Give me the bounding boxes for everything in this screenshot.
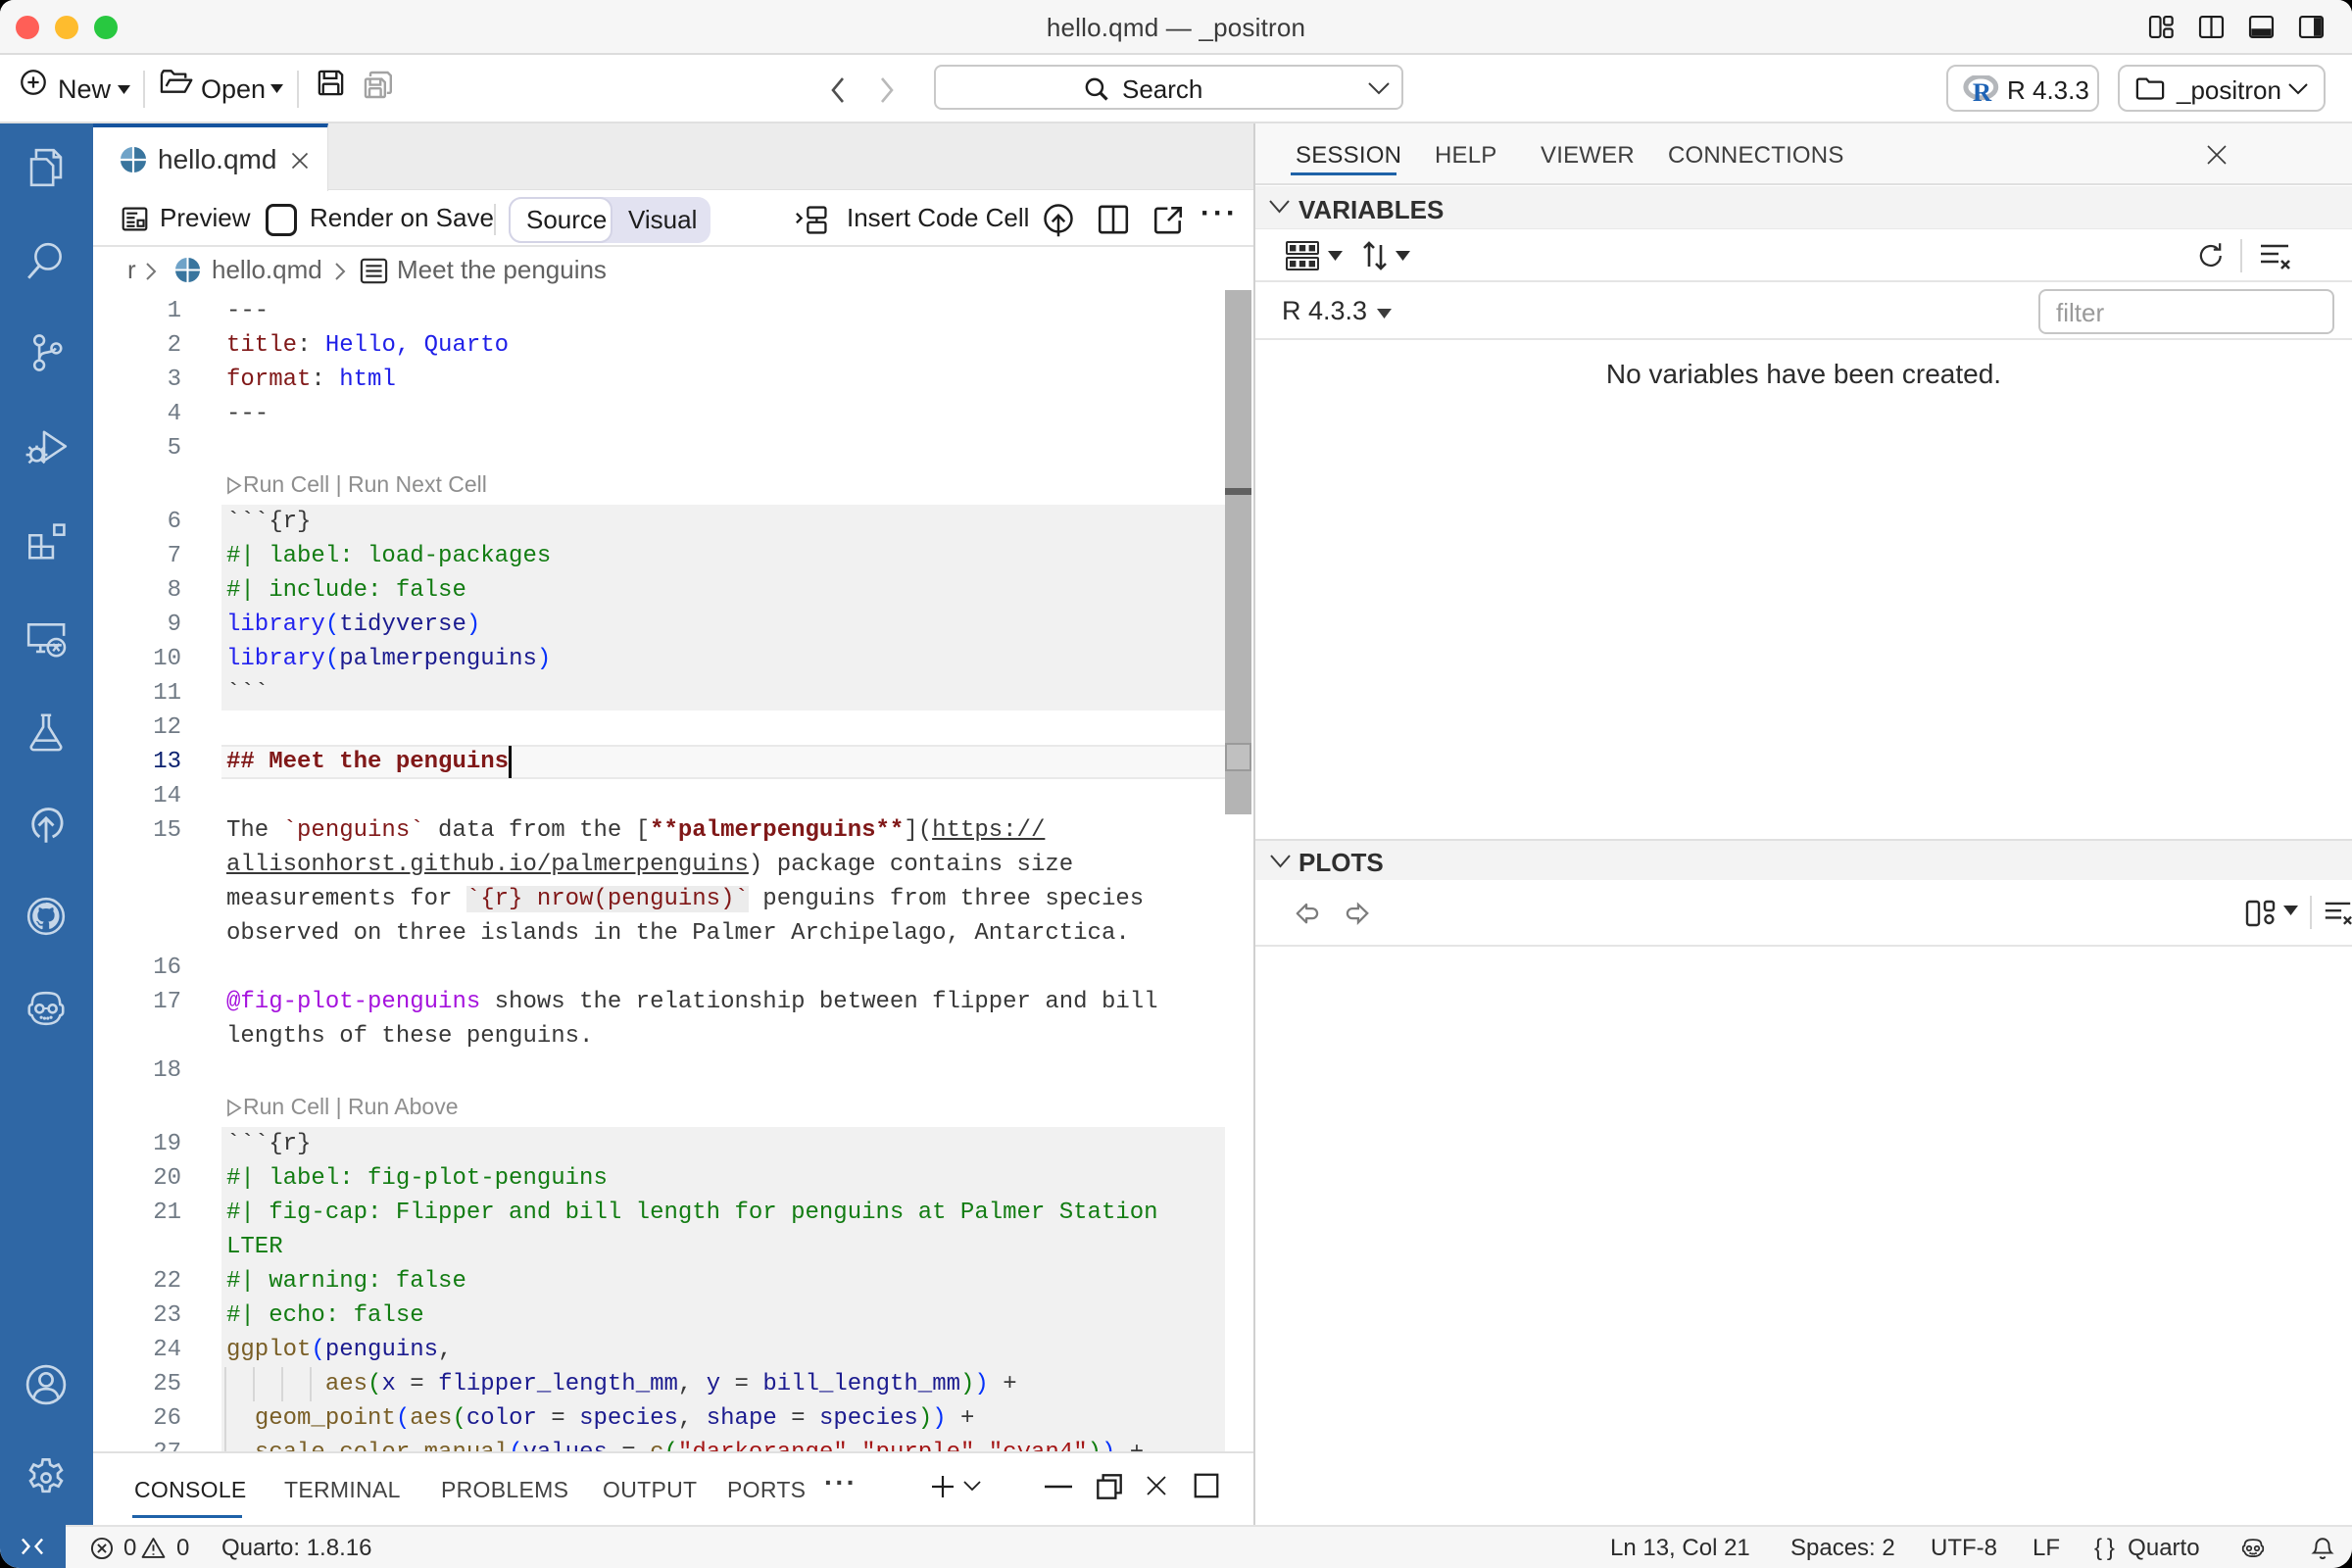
svg-text:R: R <box>1973 77 1992 103</box>
